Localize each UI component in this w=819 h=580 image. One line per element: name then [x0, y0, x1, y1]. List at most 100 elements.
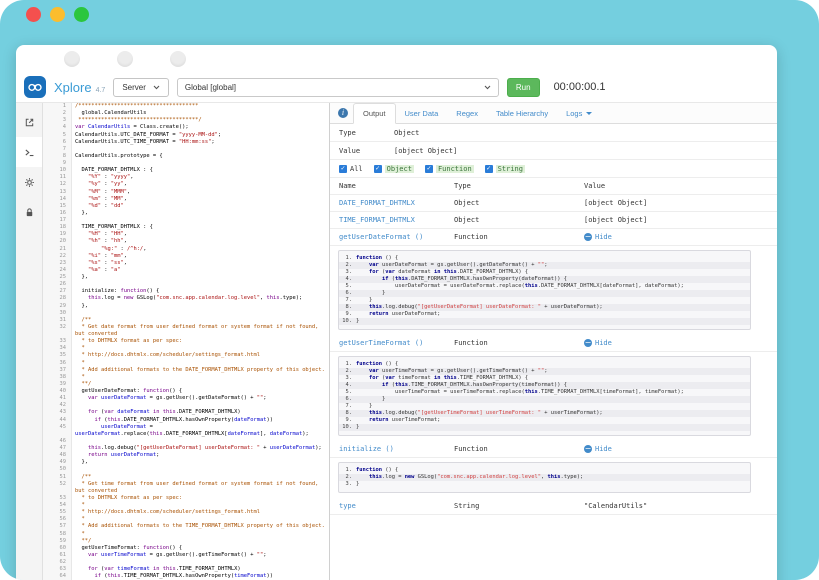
line-number: 38 [43, 374, 72, 381]
checkbox[interactable]: ✓ [374, 165, 382, 173]
property-link[interactable]: initialize () [339, 445, 394, 453]
tab-user-data[interactable]: User Data [396, 103, 448, 123]
editor-line: 62 [43, 559, 329, 566]
hide-link[interactable]: Hide [595, 233, 612, 241]
tab-table-hierarchy[interactable]: Table Hierarchy [487, 103, 557, 123]
editor-line: 34 * [43, 345, 329, 352]
property-link[interactable]: getUserDateFormat () [339, 233, 423, 241]
line-number: 61 [43, 552, 72, 559]
maximize-window-icon[interactable] [74, 7, 89, 22]
line-code: }, [72, 459, 329, 466]
terminal-icon[interactable] [16, 137, 42, 167]
line-number: 8 [43, 153, 72, 160]
line-number: 60 [43, 545, 72, 552]
run-button[interactable]: Run [507, 78, 540, 97]
checkbox[interactable]: ✓ [425, 165, 433, 173]
line-number: 3. [339, 375, 356, 382]
app-canvas: Xplore 4.7 Server Global [global] Run 00… [0, 0, 819, 580]
code-line: 6. } [339, 396, 750, 403]
tab-regex[interactable]: Regex [447, 103, 487, 123]
property-link[interactable]: TIME_FORMAT_DHTMLX [339, 216, 415, 224]
editor-line: 49 }, [43, 459, 329, 466]
code-editor[interactable]: 1/*************************************2… [43, 103, 329, 580]
info-icon[interactable]: i [338, 108, 348, 118]
caret-down-icon [586, 112, 592, 115]
property-link[interactable]: DATE_FORMAT_DHTMLX [339, 199, 415, 207]
line-code: "%y" : "yy", [72, 181, 329, 188]
line-code: global.CalendarUtils [72, 110, 329, 117]
checkbox[interactable]: ✓ [339, 165, 347, 173]
code-line: 5. userDateFormat = userDateFormat.repla… [339, 283, 750, 290]
line-number: 21 [43, 246, 72, 253]
scope-select[interactable]: Global [global] [177, 78, 499, 97]
line-code: * http://docs.dhtmlx.com/scheduler/setti… [72, 352, 329, 359]
collapse-icon[interactable]: − [584, 339, 592, 347]
editor-line: 8CalendarUtils.prototype = { [43, 153, 329, 160]
line-number: 4. [339, 276, 356, 283]
scope-dropdown-button[interactable]: Server [113, 78, 169, 97]
tab-logs[interactable]: Logs [557, 103, 601, 123]
code-line: 1.function () { [339, 361, 750, 368]
line-code: initialize: function() { [72, 288, 329, 295]
line-code: * [72, 502, 329, 509]
editor-line: 13 "%M" : "MMM", [43, 189, 329, 196]
code-line: 8. this.log.debug("[getUserTimeFormat] u… [339, 410, 750, 417]
minimize-window-icon[interactable] [50, 7, 65, 22]
line-code: var userTimeFormat = gs.getUser().getTim… [72, 552, 329, 559]
editor-line: 52 * Get time format from user defined f… [43, 481, 329, 495]
scope-select-value: Global [global] [185, 83, 236, 92]
code-line: 6. } [339, 290, 750, 297]
code-line: 4. if (this.TIME_FORMAT_DHTMLX.hasOwnPro… [339, 382, 750, 389]
checkbox[interactable]: ✓ [485, 165, 493, 173]
collapse-icon[interactable]: − [584, 233, 592, 241]
line-code: } [356, 424, 750, 431]
property-link[interactable]: type [339, 502, 356, 510]
line-number: 25 [43, 274, 72, 281]
line-number: 27 [43, 288, 72, 295]
code-line: 10.} [339, 318, 750, 325]
line-number: 1. [339, 467, 356, 474]
line-number: 39 [43, 381, 72, 388]
open-new-window-icon[interactable] [16, 107, 42, 137]
line-number: 4. [339, 382, 356, 389]
line-number: 59 [43, 538, 72, 545]
settings-icon[interactable] [16, 167, 42, 197]
editor-line: 15 "%d" : "dd" [43, 203, 329, 210]
close-window-icon[interactable] [26, 7, 41, 22]
line-code: getUserDateFormat: function() { [72, 388, 329, 395]
editor-line: 23 "%s" : "ss", [43, 260, 329, 267]
collapse-icon[interactable]: − [584, 445, 592, 453]
line-code: "%H" : "HH", [72, 231, 329, 238]
chevron-down-icon [484, 85, 491, 90]
table-row: TIME_FORMAT_DHTMLXObject[object Object] [330, 212, 777, 229]
code-line: 4. if (this.DATE_FORMAT_DHTMLX.hasOwnPro… [339, 276, 750, 283]
tab-output[interactable]: Output [353, 103, 396, 124]
line-code: } [356, 481, 750, 488]
code-line: 9. return userDateFormat; [339, 311, 750, 318]
line-number: 8. [339, 304, 356, 311]
editor-line: 28 this.log = new GSLog("com.snc.app.cal… [43, 295, 329, 302]
editor-line: 53 * to DHTMLX format as per spec: [43, 495, 329, 502]
property-type: Object [454, 216, 584, 224]
app-name: Xplore [54, 80, 92, 95]
editor-line: 44 if (this.DATE_FORMAT_DHTMLX.hasOwnPro… [43, 417, 329, 424]
line-code: return userDateFormat; [356, 311, 750, 318]
line-number: 54 [43, 502, 72, 509]
lock-icon[interactable] [16, 197, 42, 227]
editor-line: 9 [43, 160, 329, 167]
hide-link[interactable]: Hide [595, 339, 612, 347]
hide-link[interactable]: Hide [595, 445, 612, 453]
editor-line: 43 for (var dateFormat in this.DATE_FORM… [43, 409, 329, 416]
line-code: "%h" : "hh", [72, 238, 329, 245]
line-code: CalendarUtils.prototype = { [72, 153, 329, 160]
filter-function: ✓Function [425, 165, 474, 173]
editor-line: 63 for (var timeFormat in this.TIME_FORM… [43, 566, 329, 573]
line-number: 6. [339, 396, 356, 403]
filter-label: Object [385, 165, 414, 173]
line-code: /************************************* [72, 103, 329, 110]
property-link[interactable]: getUserTimeFormat () [339, 339, 423, 347]
line-number: 1. [339, 361, 356, 368]
scope-dropdown-label: Server [122, 83, 146, 92]
line-code: /** [72, 474, 329, 481]
line-code: userTimeFormat = userTimeFormat.replace(… [356, 389, 750, 396]
